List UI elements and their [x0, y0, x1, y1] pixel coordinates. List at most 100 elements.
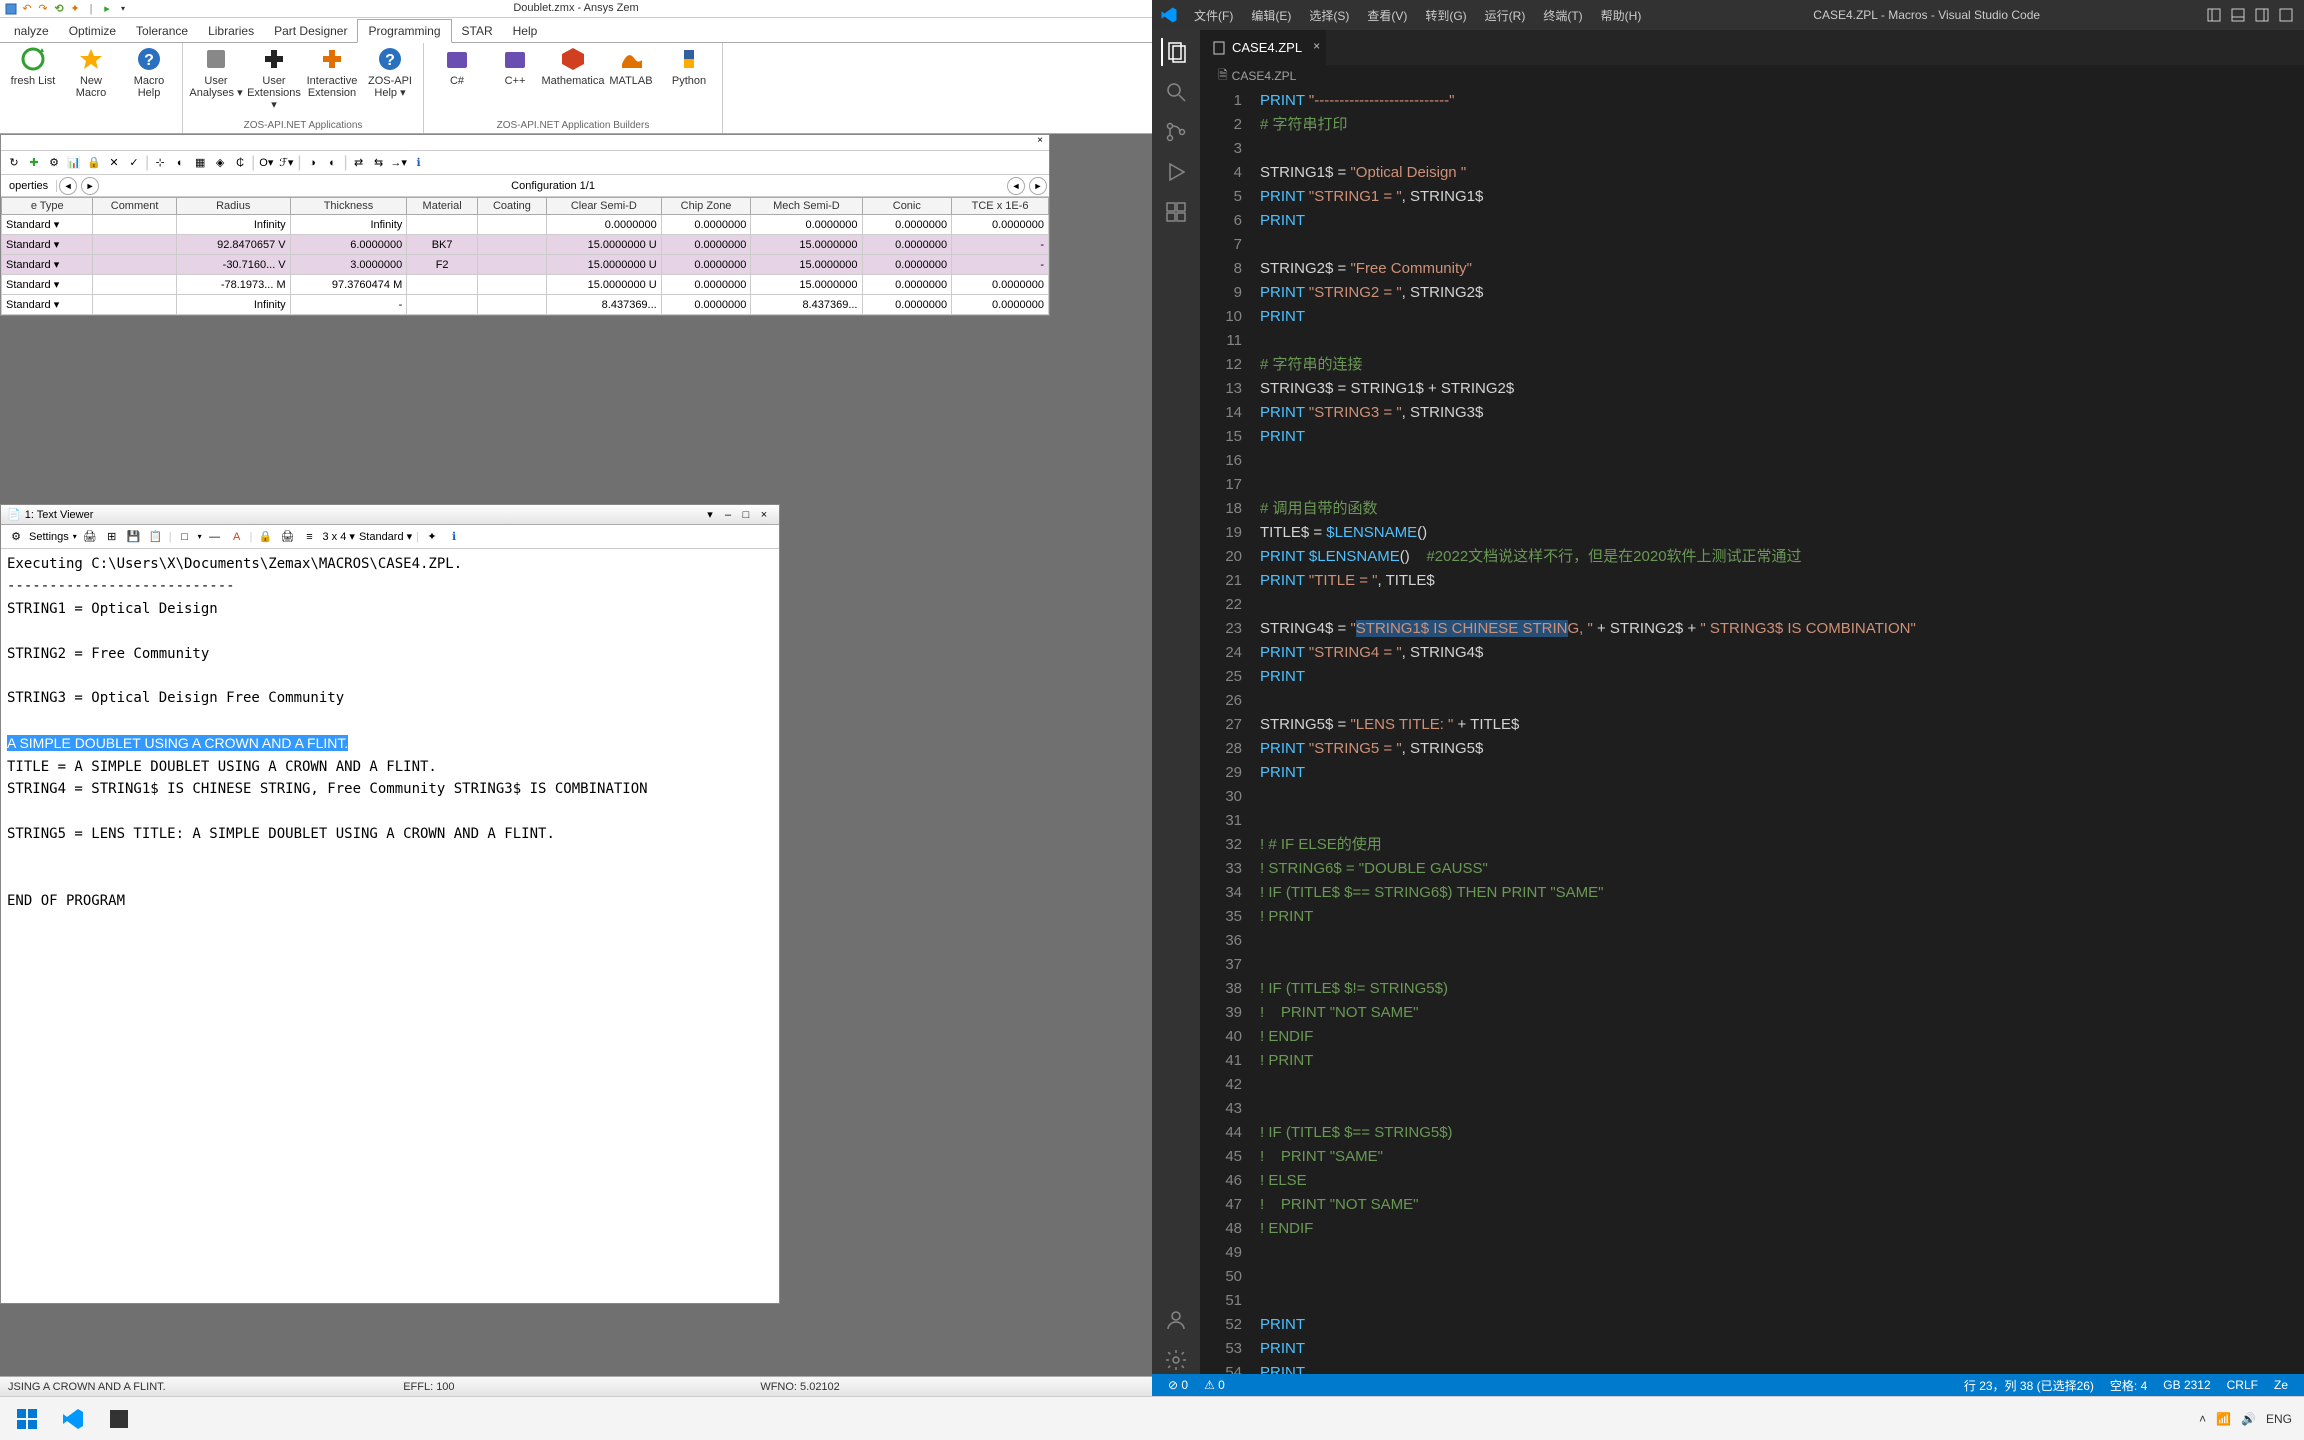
cell[interactable]: 3.0000000	[290, 255, 407, 275]
layout-icon[interactable]	[2276, 5, 2296, 25]
cell[interactable]: 92.8470657 V	[176, 235, 290, 255]
cell[interactable]: Standard ▾	[2, 235, 93, 255]
help-icon[interactable]: ℹ	[445, 528, 463, 546]
settings-icon[interactable]	[1162, 1346, 1190, 1374]
menu-select[interactable]: 选择(S)	[1301, 3, 1357, 28]
menu-edit[interactable]: 编辑(E)	[1243, 3, 1299, 28]
vscode-titlebar[interactable]: 文件(F) 编辑(E) 选择(S) 查看(V) 转到(G) 运行(R) 终端(T…	[1152, 0, 2304, 30]
tray-chevron-icon[interactable]: ˄	[2199, 1412, 2206, 1426]
tool-icon[interactable]: O▾	[257, 154, 275, 172]
cell[interactable]: 8.437369...	[751, 295, 862, 315]
cell[interactable]: Standard ▾	[2, 255, 93, 275]
interactive-extension-button[interactable]: Interactive Extension	[305, 45, 359, 111]
cell[interactable]: 97.3760474 M	[290, 275, 407, 295]
cell[interactable]: -	[952, 235, 1049, 255]
column-header[interactable]: Comment	[93, 198, 176, 215]
cell[interactable]	[93, 215, 176, 235]
tool-icon[interactable]: ◈	[211, 154, 229, 172]
table-row[interactable]: Standard ▾92.8470657 V6.0000000BK715.000…	[2, 235, 1049, 255]
tool-icon[interactable]: 🖨	[81, 528, 99, 546]
help-icon[interactable]: ℹ	[410, 154, 428, 172]
new-macro-button[interactable]: New Macro	[64, 45, 118, 99]
table-row[interactable]: Standard ▾-78.1973... M97.3760474 M15.00…	[2, 275, 1049, 295]
tool-icon[interactable]: ✦	[423, 528, 441, 546]
menu-file[interactable]: 文件(F)	[1186, 3, 1241, 28]
gear-icon[interactable]: ⚙	[45, 154, 63, 172]
search-icon[interactable]	[1162, 78, 1190, 106]
size-dropdown[interactable]: 3 x 4 ▾	[323, 530, 355, 543]
tool-icon[interactable]: ℱ▾	[277, 154, 295, 172]
cell[interactable]: 0.0000000	[661, 295, 751, 315]
qa-icon[interactable]: ⟲	[52, 2, 66, 16]
table-row[interactable]: Standard ▾Infinity-8.437369...0.00000008…	[2, 295, 1049, 315]
status-errors[interactable]: ⊘ 0	[1160, 1378, 1196, 1392]
extensions-icon[interactable]	[1162, 198, 1190, 226]
settings-icon[interactable]: ⚙	[7, 528, 25, 546]
tool-icon[interactable]: ▦	[191, 154, 209, 172]
cell[interactable]	[477, 275, 546, 295]
cell[interactable]: 0.0000000	[661, 235, 751, 255]
column-header[interactable]: Material	[407, 198, 478, 215]
status-eol[interactable]: CRLF	[2219, 1378, 2266, 1392]
next-button[interactable]: ►	[1029, 177, 1047, 195]
tool-icon[interactable]: 📋	[147, 528, 165, 546]
column-header[interactable]: Conic	[862, 198, 952, 215]
cell[interactable]: 15.0000000 U	[546, 235, 661, 255]
tab-programming[interactable]: Programming	[357, 19, 451, 43]
layout-icon[interactable]	[2228, 5, 2248, 25]
text-viewer-titlebar[interactable]: 📄 1: Text Viewer ▾ – □ ×	[1, 505, 779, 525]
system-tray[interactable]: ˄ 📶 🔊 ENG	[2199, 1412, 2300, 1426]
network-icon[interactable]: 📶	[2216, 1412, 2231, 1426]
status-language[interactable]: Ze	[2266, 1378, 2296, 1392]
cell[interactable]	[407, 295, 478, 315]
maximize-icon[interactable]: □	[737, 509, 755, 521]
tab-case4[interactable]: CASE4.ZPL ×	[1200, 30, 1326, 65]
start-button[interactable]	[4, 1399, 50, 1439]
source-control-icon[interactable]	[1162, 118, 1190, 146]
cell[interactable]: 0.0000000	[862, 295, 952, 315]
tool-icon[interactable]: ≡	[301, 528, 319, 546]
csharp-button[interactable]: C#	[430, 45, 484, 87]
tool-icon[interactable]: 💾	[125, 528, 143, 546]
cpp-button[interactable]: C++	[488, 45, 542, 87]
tab-analyze[interactable]: nalyze	[4, 20, 59, 42]
layout-icon[interactable]	[2252, 5, 2272, 25]
cell[interactable]	[93, 235, 176, 255]
breadcrumb-item[interactable]: CASE4.ZPL	[1232, 69, 1297, 83]
mathematica-button[interactable]: Mathematica	[546, 45, 600, 87]
table-row[interactable]: Standard ▾InfinityInfinity0.00000000.000…	[2, 215, 1049, 235]
cell[interactable]: BK7	[407, 235, 478, 255]
tab-part-designer[interactable]: Part Designer	[264, 20, 357, 42]
tool-icon[interactable]: —	[206, 528, 224, 546]
redo-icon[interactable]: ↷	[36, 2, 50, 16]
cell[interactable]: 0.0000000	[862, 275, 952, 295]
volume-icon[interactable]: 🔊	[2241, 1412, 2256, 1426]
cell[interactable]: Infinity	[176, 215, 290, 235]
cell[interactable]: 0.0000000	[952, 295, 1049, 315]
macro-help-button[interactable]: ?Macro Help	[122, 45, 176, 99]
breadcrumb[interactable]: 🗎 CASE4.ZPL	[1200, 65, 2304, 87]
status-spaces[interactable]: 空格: 4	[2102, 1377, 2155, 1394]
tool-icon[interactable]: ⊞	[103, 528, 121, 546]
user-analyses-button[interactable]: User Analyses ▾	[189, 45, 243, 111]
tool-icon[interactable]: ◑	[303, 154, 321, 172]
cell[interactable]: 0.0000000	[862, 215, 952, 235]
cell[interactable]: -	[952, 255, 1049, 275]
lock-icon[interactable]: 🔒	[257, 528, 275, 546]
run-debug-icon[interactable]	[1162, 158, 1190, 186]
cell[interactable]: Standard ▾	[2, 295, 93, 315]
tool-icon[interactable]: ✕	[105, 154, 123, 172]
properties-label[interactable]: operties	[1, 180, 57, 192]
table-row[interactable]: Standard ▾-30.7160... V3.0000000F215.000…	[2, 255, 1049, 275]
refresh-list-button[interactable]: fresh List	[6, 45, 60, 99]
menu-go[interactable]: 转到(G)	[1417, 3, 1474, 28]
status-warnings[interactable]: ⚠ 0	[1196, 1378, 1233, 1392]
cell[interactable]: 15.0000000	[751, 235, 862, 255]
minimize-icon[interactable]: ▾	[701, 508, 719, 521]
cell[interactable]: 15.0000000 U	[546, 255, 661, 275]
cell[interactable]: Standard ▾	[2, 215, 93, 235]
cell[interactable]: 0.0000000	[952, 275, 1049, 295]
cell[interactable]: 0.0000000	[862, 255, 952, 275]
minimize-icon[interactable]: –	[719, 509, 737, 521]
tool-icon[interactable]: ◐	[323, 154, 341, 172]
